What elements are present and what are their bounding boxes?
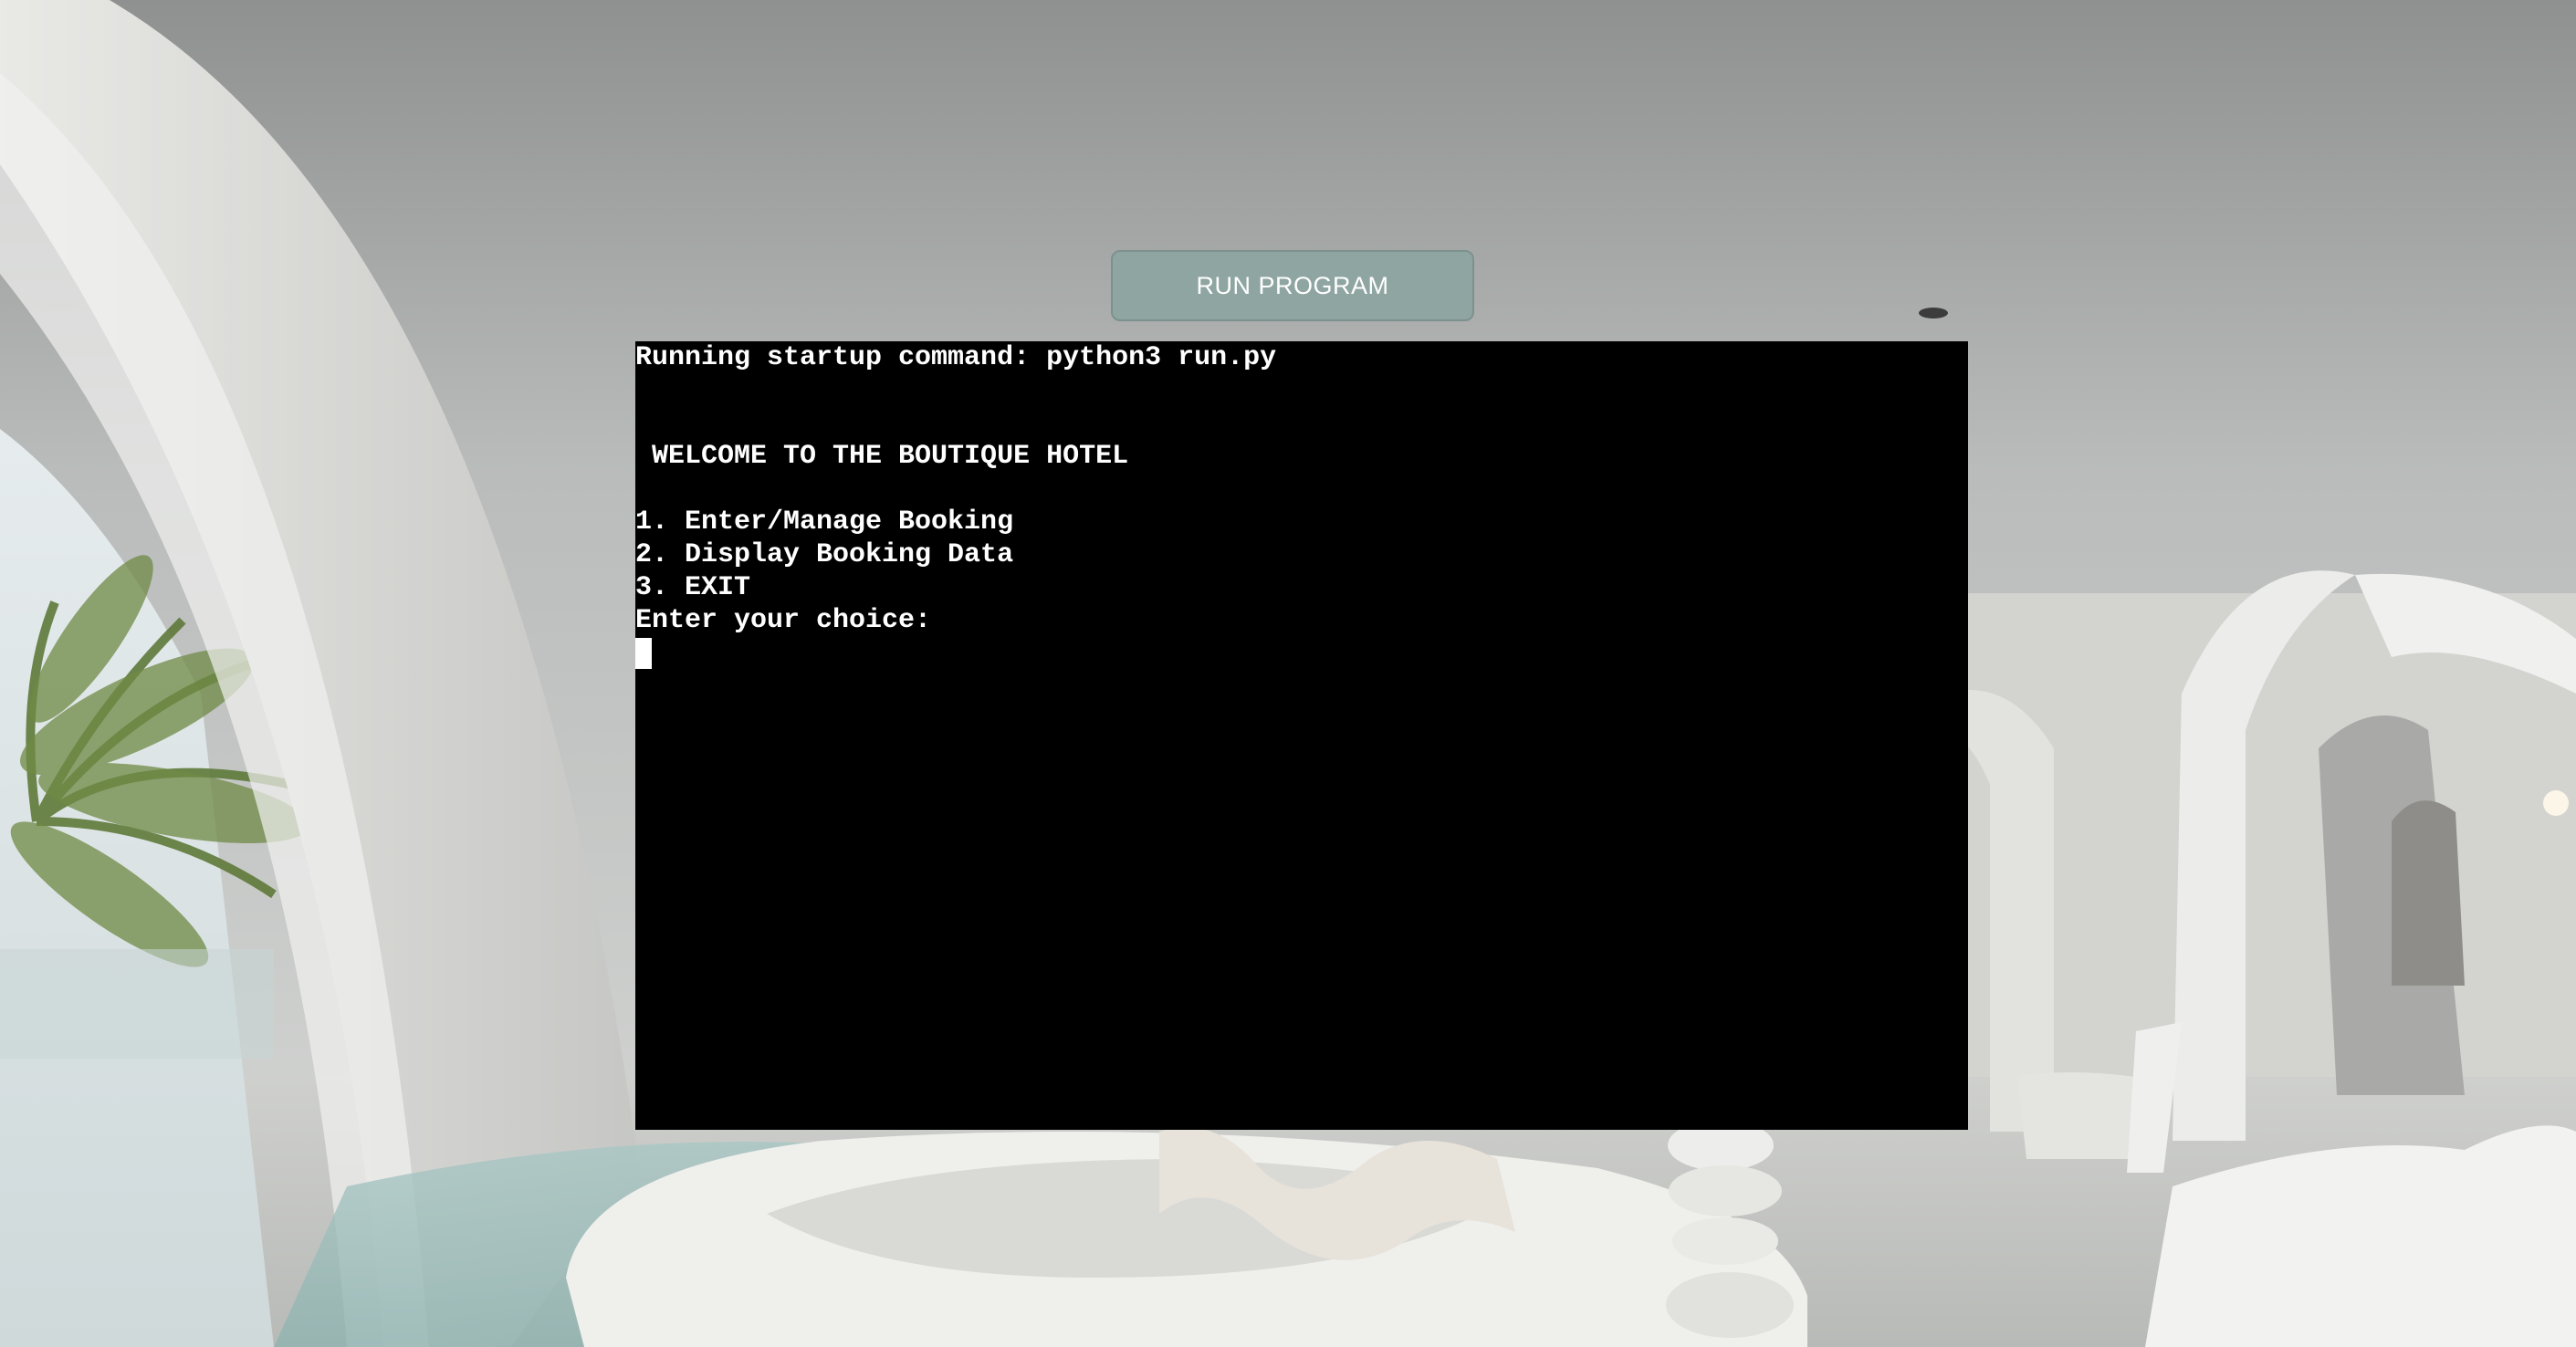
input-line[interactable] <box>635 637 1968 670</box>
menu-option-2: 2. Display Booking Data <box>635 539 1014 570</box>
run-program-button[interactable]: RUN PROGRAM <box>1111 250 1474 321</box>
menu-option-3: 3. EXIT <box>635 572 751 603</box>
choice-prompt: Enter your choice: <box>635 605 932 636</box>
welcome-heading: WELCOME TO THE BOUTIQUE HOTEL <box>635 441 1129 472</box>
terminal-cursor <box>635 638 652 669</box>
terminal-window[interactable]: Running startup command: python3 run.py … <box>635 341 1968 1130</box>
menu-option-1: 1. Enter/Manage Booking <box>635 506 1014 538</box>
terminal-line: Running startup command: python3 run.py <box>635 342 1277 373</box>
